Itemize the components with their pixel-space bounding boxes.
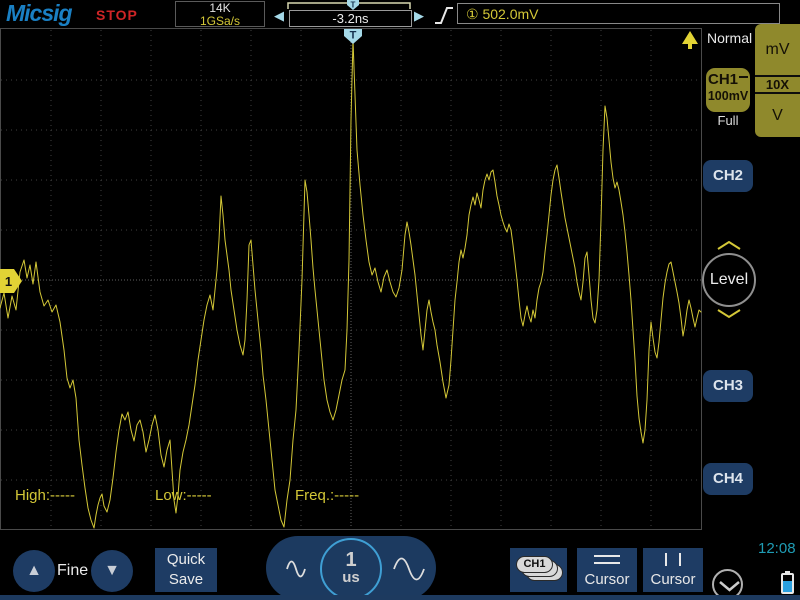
scale-up-mv-button[interactable]: mV <box>755 24 800 75</box>
sample-rate: 1GSa/s <box>176 15 264 27</box>
swipe-handle-bar[interactable] <box>0 595 800 600</box>
scale-down-v-button[interactable]: V <box>755 94 800 137</box>
measurement-freq: Freq.:----- <box>295 487 359 504</box>
vertical-cursor-button[interactable]: Cursor <box>643 548 703 592</box>
clock: 12:08 <box>758 540 796 557</box>
channel2-button[interactable]: CH2 <box>703 160 753 192</box>
zoom-out-sine-icon[interactable] <box>392 556 426 582</box>
timebase-value: 1 <box>322 550 380 570</box>
quick-save-button[interactable]: Quick Save <box>155 548 217 592</box>
trigger-slope-rising-icon[interactable] <box>433 4 455 26</box>
brand-logo: Micsig <box>6 0 72 27</box>
trigger-level-knob[interactable]: Level <box>702 253 756 307</box>
channel-stack-top-icon: CH1 <box>516 556 553 573</box>
acquisition-status-stop[interactable]: STOP <box>96 7 138 23</box>
fine-decrease-button[interactable]: ▼ <box>91 550 133 592</box>
waveform-display[interactable] <box>0 28 702 530</box>
active-channel-button[interactable]: CH1 <box>510 548 567 592</box>
level-up-chevron-icon[interactable] <box>715 241 743 251</box>
down-triangle-icon: ▼ <box>104 562 120 579</box>
vertical-cursor-line-icon <box>665 553 667 566</box>
battery-level <box>783 581 792 592</box>
channel1-scale: 100mV <box>706 89 750 104</box>
fine-increase-button[interactable]: ▲ <box>13 550 55 592</box>
fine-adjust-label: Fine <box>57 562 88 580</box>
measurement-low: Low:----- <box>155 487 212 504</box>
channel1-badge[interactable]: CH1 100mV <box>706 68 750 112</box>
record-trigger-letter: T <box>351 1 356 10</box>
horizontal-cursor-label: Cursor <box>577 571 637 588</box>
level-down-chevron-icon[interactable] <box>715 309 743 319</box>
trigger-position-right-arrow-icon[interactable]: ▶ <box>414 8 424 24</box>
trigger-mode-label: Normal <box>707 30 752 46</box>
chevron-down-icon <box>718 580 741 593</box>
vertical-cursor-label: Cursor <box>643 571 703 588</box>
oscilloscope-screen: Micsig STOP 14K 1GSa/s T ◀ -3.2ns ▶ ① 50… <box>0 0 800 600</box>
quick-save-line2: Save <box>155 570 217 590</box>
battery-tip <box>785 571 790 574</box>
channel4-button[interactable]: CH4 <box>703 463 753 495</box>
channel1-badge-label: CH1 <box>708 71 738 88</box>
coupling-dashed-icon <box>739 76 748 78</box>
up-triangle-icon: ▲ <box>26 562 42 579</box>
trigger-position-left-arrow-icon[interactable]: ◀ <box>274 8 284 24</box>
vertical-cursor-line-icon <box>679 553 681 566</box>
zoom-in-sine-icon[interactable] <box>285 558 307 580</box>
horizontal-cursor-line-icon <box>594 562 620 564</box>
channel3-button[interactable]: CH3 <box>703 370 753 402</box>
horizontal-cursor-button[interactable]: Cursor <box>577 548 637 592</box>
measurement-high: High:----- <box>15 487 75 504</box>
timebase-knob[interactable]: 1 us <box>320 538 382 600</box>
channel1-bandwidth-label: Full <box>706 113 750 128</box>
timebase-unit: us <box>322 570 380 585</box>
quick-save-line1: Quick <box>155 550 217 570</box>
horizontal-cursor-line-icon <box>594 555 620 557</box>
trigger-level-box[interactable]: ① 502.0mV <box>457 3 780 24</box>
rising-edge-path <box>435 8 453 23</box>
trigger-position-box[interactable]: -3.2ns <box>289 10 412 27</box>
probe-attenuation-button[interactable]: 10X <box>755 77 800 92</box>
battery-icon <box>781 573 794 594</box>
sample-info-box[interactable]: 14K 1GSa/s <box>175 1 265 27</box>
vertical-scale-control: mV 10X V <box>755 24 800 137</box>
